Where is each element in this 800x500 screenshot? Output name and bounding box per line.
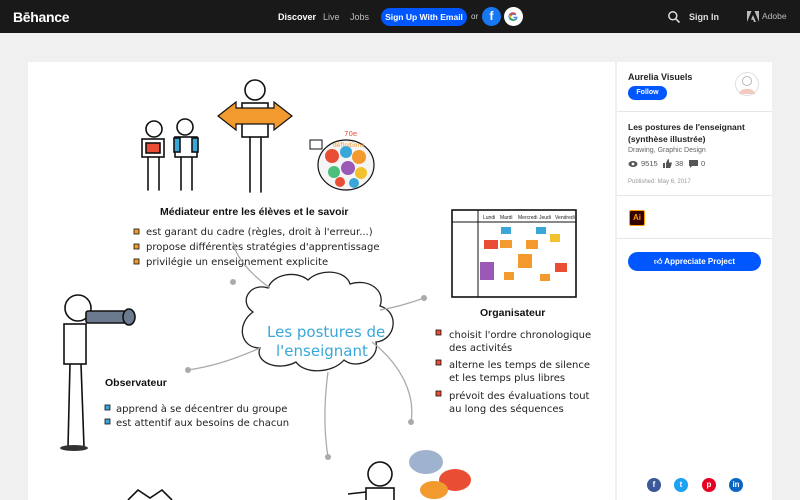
organisateur-item-cont: au long des séquences: [449, 403, 564, 415]
mediateur-item: propose différentes stratégies d'apprent…: [146, 241, 380, 253]
observateur-list: apprend à se décentrer du groupe est att…: [104, 403, 289, 429]
divider: [617, 195, 772, 196]
project-title: Les postures de l'enseignant (synthèse i…: [628, 122, 745, 144]
project-canvas: 70e définitions Médiateur entre les élèv…: [28, 62, 615, 500]
speech-bubbles: [409, 450, 471, 499]
planner-board-illustration: Lundi Mardi Mercredi Jeudi Vendredi: [451, 209, 577, 298]
behance-logo[interactable]: Bēhance: [13, 9, 70, 25]
planner-day: Vendredi: [555, 215, 575, 221]
brain-illustration: 70e définitions: [309, 130, 375, 191]
planner-day: Mardi: [500, 215, 513, 221]
nav-jobs[interactable]: Jobs: [350, 12, 369, 22]
project-sidebar: Aurelia Visuels Follow Les postures de l…: [617, 62, 772, 500]
illustration: 70e définitions Médiateur entre les élèv…: [60, 79, 591, 500]
divider: [617, 111, 772, 112]
views-icon: [628, 161, 638, 167]
google-icon: [508, 12, 518, 21]
appreciate-project-button[interactable]: 👍︎ Appreciate Project: [628, 252, 761, 271]
organisateur-item: prévoit des évaluations tout: [449, 390, 590, 402]
thumbs-up-icon: 👍︎: [653, 257, 663, 266]
follow-button[interactable]: Follow: [628, 86, 667, 100]
organisateur-list: choisit l'ordre chronologique des activi…: [435, 329, 591, 415]
observateur-heading: Observateur: [105, 377, 167, 389]
published-date: Published: May 6, 2017: [628, 179, 691, 185]
twitter-icon: t: [679, 480, 683, 489]
center-title-line2: l'enseignant: [276, 342, 368, 360]
planner-day: Jeudi: [539, 215, 551, 221]
observateur-item: est attentif aux besoins de chacun: [116, 418, 289, 429]
share-facebook-button[interactable]: f: [647, 478, 661, 492]
pinterest-icon: p: [706, 480, 712, 489]
nav-live[interactable]: Live: [323, 12, 340, 22]
facebook-icon: f: [652, 480, 656, 489]
appreciate-label: Appreciate Project: [664, 257, 735, 266]
organisateur-item: choisit l'ordre chronologique: [449, 330, 591, 341]
share-twitter-button[interactable]: t: [674, 478, 688, 492]
divider: [617, 238, 772, 239]
organisateur-item: alterne les temps de silence: [449, 360, 590, 371]
facebook-login-button[interactable]: f: [482, 7, 501, 26]
mediateur-item: privilégie un enseignement explicite: [146, 256, 328, 268]
adobe-icon[interactable]: [747, 11, 759, 22]
comment-icon: [689, 160, 698, 168]
likes-count: 38: [675, 159, 684, 168]
mediateur-item: est garant du cadre (règles, droit à l'e…: [146, 226, 373, 238]
search-icon[interactable]: [667, 10, 681, 24]
share-pinterest-button[interactable]: p: [702, 478, 716, 492]
organisateur-item-cont: des activités: [449, 342, 512, 354]
comments-count: 0: [701, 159, 706, 168]
nav-discover[interactable]: Discover: [278, 12, 316, 22]
brain-label-definitions: définitions: [333, 142, 364, 149]
share-linkedin-button[interactable]: in: [729, 478, 743, 492]
project-fields[interactable]: Drawing, Graphic Design: [628, 147, 706, 154]
owner-name[interactable]: Aurelia Visuels: [628, 72, 692, 82]
avatar[interactable]: [735, 72, 759, 96]
facebook-icon: f: [489, 9, 494, 23]
google-login-button[interactable]: [504, 7, 523, 26]
illustrator-tool-icon[interactable]: Ai: [629, 210, 645, 226]
mediateur-list: est garant du cadre (règles, droit à l'e…: [133, 226, 380, 268]
adobe-link[interactable]: Adobe: [762, 11, 787, 21]
center-title-line1: Les postures de: [267, 323, 385, 341]
signup-email-button[interactable]: Sign Up With Email: [381, 8, 467, 26]
observateur-item: apprend à se décentrer du groupe: [116, 403, 287, 415]
planner-day: Lundi: [483, 215, 495, 221]
thumbs-up-icon: [663, 159, 672, 168]
organisateur-item-cont: et les temps plus libres: [449, 373, 565, 384]
planner-day: Mercredi: [518, 215, 537, 221]
bottom-figures: [127, 461, 395, 500]
or-label: or: [471, 12, 479, 21]
top-navigation-bar: Bēhance Discover Live Jobs Sign Up With …: [0, 0, 800, 33]
brain-label-70e: 70e: [344, 130, 357, 138]
views-count: 9515: [641, 159, 658, 168]
linkedin-icon: in: [732, 480, 740, 489]
mediateur-heading: Médiateur entre les élèves et le savoir: [160, 206, 349, 218]
signin-link[interactable]: Sign In: [689, 12, 719, 22]
organisateur-heading: Organisateur: [480, 307, 545, 319]
students-illustration: [141, 79, 269, 193]
